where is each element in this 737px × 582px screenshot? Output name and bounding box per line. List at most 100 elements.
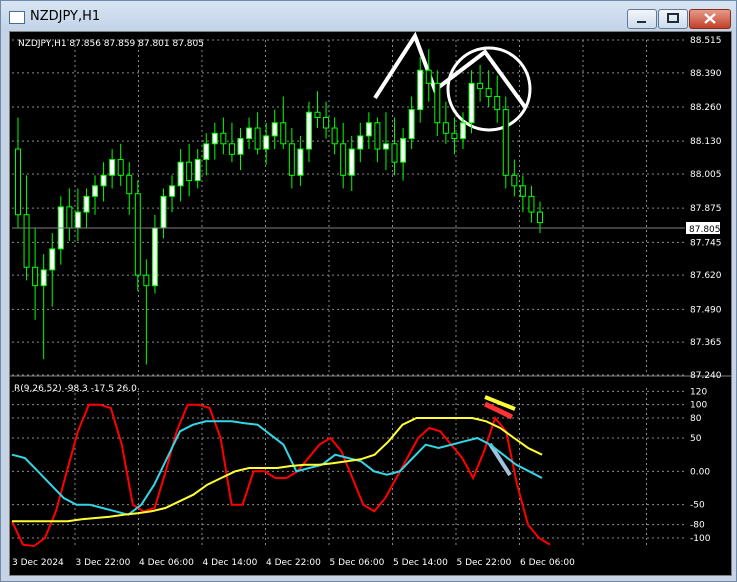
time-tick-label: 3 Dec 22:00 [76,558,131,568]
candle-body [151,227,158,287]
candle-body [468,82,475,124]
candle-body [40,269,47,287]
candle-body [331,127,338,145]
window-title: NZDJPY,H1 [30,9,101,24]
candle-body [83,195,90,213]
candle-body [32,266,39,287]
indicator-tick-label: -100 [690,534,711,544]
candle-body [228,143,235,155]
time-tick-label: 4 Dec 06:00 [139,558,194,568]
chart-area[interactable]: 87.805 NZDJPY,H1 87.856 87.859 87.801 87… [9,31,732,576]
candle-body [280,122,287,145]
candle-body [485,88,492,97]
price-tick-label: 87.745 [690,238,722,248]
price-candles [15,49,543,365]
indicator-tick-label: 120 [690,387,707,397]
candle-body [417,69,424,111]
candle-body [305,111,312,150]
candle-body [246,127,253,140]
close-button[interactable] [689,9,731,29]
price-tick-label: 87.875 [690,204,722,214]
candle-body [169,185,176,197]
indicator-tick-label: -80 [690,521,705,531]
time-tick-label: 5 Dec 22:00 [457,558,512,568]
price-tick-label: 88.515 [690,36,722,46]
price-tick-label: 88.130 [690,137,722,147]
candle-body [519,185,526,197]
candle-body [254,127,261,150]
candle-body [511,174,518,187]
maximize-icon [667,13,679,23]
minimize-button[interactable] [627,9,657,29]
candle-body [263,135,270,150]
price-panel-header: NZDJPY,H1 87.856 87.859 87.801 87.805 [18,39,204,49]
indicator-tick-label: 0.00 [690,467,710,477]
candle-body [143,274,150,287]
candle-body [66,206,73,229]
candle-body [365,122,372,137]
candle-body [408,109,415,140]
time-tick-label: 4 Dec 22:00 [266,558,321,568]
indicator-tick-label: 80 [690,414,702,424]
candle-body [451,132,458,140]
candle-body [134,193,141,276]
candle-body [160,195,167,229]
candle-body [117,159,124,176]
price-tick-label: 88.260 [690,103,722,113]
title-bar[interactable]: NZDJPY,H1 [1,1,736,31]
candle-body [502,109,509,176]
candle-body [348,148,355,176]
price-tick-label: 87.365 [690,338,722,348]
candle-body [391,143,398,163]
candle-body [126,174,133,195]
price-tick-label: 87.240 [690,371,722,381]
time-tick-label: 5 Dec 06:00 [330,558,385,568]
candle-body [203,143,210,161]
price-axis-ticks: 88.515 88.390 88.260 88.130 88.005 87.875 87.7… [690,36,722,381]
maximize-button[interactable] [658,9,688,29]
candle-body [92,185,99,197]
candle-body [323,117,330,129]
price-tick-label: 87.490 [690,305,722,315]
time-tick-label: 3 Dec 2024 [12,558,64,568]
candle-body [109,159,116,176]
candle-body [288,143,295,176]
price-tick-label: 87.620 [690,271,722,281]
current-price-label: 87.805 [689,225,721,235]
candle-body [537,211,543,224]
candle-body [237,138,244,155]
candle-body [459,122,466,140]
candle-body [340,143,347,176]
chart-canvas[interactable]: 87.805 NZDJPY,H1 87.856 87.859 87.801 87… [10,32,731,575]
candle-body [271,122,278,137]
indicator-tick-label: 50 [690,434,702,444]
candle-body [186,161,193,182]
candle-body [357,135,364,150]
candle-body [220,132,227,145]
time-tick-label: 6 Dec 06:00 [520,558,575,568]
candle-body [400,138,407,163]
chart-window-icon [9,11,25,24]
hand-drawn-annotations [373,32,532,477]
indicator-tick-label: -50 [690,501,705,511]
close-icon [704,13,716,24]
candle-body [425,69,432,84]
minimize-icon [637,21,646,23]
candle-body [528,195,535,213]
candle-body [74,211,81,229]
candle-body [49,248,56,271]
chart-window: NZDJPY,H1 87.805 NZDJPY,H1 87.856 87.859… [0,0,737,582]
candle-body [442,122,449,134]
indicator-axis-ticks: 120 100 80 50 0.00 -50 -80 -100 [690,387,711,544]
time-axis-ticks: 3 Dec 2024 3 Dec 22:00 4 Dec 06:00 4 Dec 14… [12,558,575,568]
time-tick-label: 4 Dec 14:00 [203,558,258,568]
lightblue-stroke-drawing [488,442,512,477]
candle-body [434,82,441,124]
candle-body [194,159,201,182]
candle-body [211,132,218,145]
candle-body [177,161,184,187]
candle-body [314,111,321,119]
grid [12,39,685,548]
time-tick-label: 5 Dec 14:00 [393,558,448,568]
indicator-tick-label: 100 [690,401,707,411]
